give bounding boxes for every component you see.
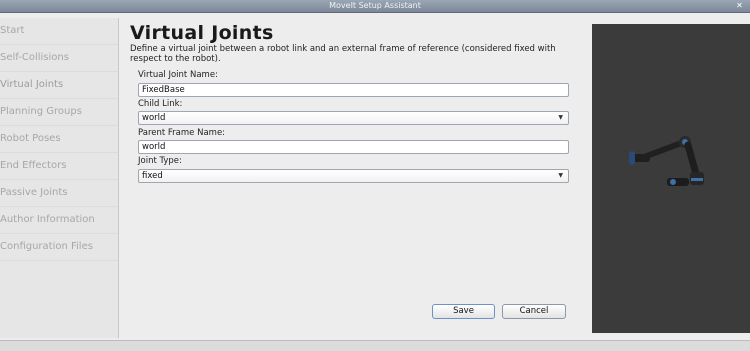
sidebar-item-label: Author Information: [0, 214, 95, 225]
window-titlebar: MoveIt Setup Assistant ✕: [0, 0, 750, 13]
page-title: Virtual Joints: [130, 22, 274, 44]
sidebar-item-configuration-files[interactable]: Configuration Files: [0, 234, 118, 261]
child-link-label: Child Link:: [138, 99, 183, 109]
sidebar-item-end-effectors[interactable]: End Effectors: [0, 153, 118, 180]
chevron-down-icon: ▼: [558, 172, 563, 179]
page-description: Define a virtual joint between a robot l…: [130, 44, 556, 64]
sidebar-item-robot-poses[interactable]: Robot Poses: [0, 126, 118, 153]
sidebar-item-label: Start: [0, 25, 25, 36]
joint-type-label: Joint Type:: [138, 156, 182, 166]
sidebar-item-label: Planning Groups: [0, 106, 82, 117]
joint-type-value: fixed: [142, 171, 163, 181]
child-link-select[interactable]: world ▼: [138, 111, 569, 125]
chevron-down-icon: ▼: [558, 114, 563, 121]
sidebar-item-label: Configuration Files: [0, 241, 93, 252]
sidebar-item-label: Passive Joints: [0, 187, 68, 198]
parent-frame-name-label: Parent Frame Name:: [138, 128, 226, 138]
sidebar-item-label: Virtual Joints: [0, 79, 64, 90]
window-title: MoveIt Setup Assistant: [329, 1, 421, 10]
cancel-button[interactable]: Cancel: [502, 304, 566, 319]
sidebar-item-label: Robot Poses: [0, 133, 61, 144]
close-icon[interactable]: ✕: [735, 1, 744, 10]
virtual-joint-name-input[interactable]: FixedBase: [138, 83, 569, 97]
sidebar-item-start[interactable]: Start: [0, 18, 118, 45]
sidebar-item-label: Self-Collisions: [0, 52, 69, 63]
save-button[interactable]: Save: [432, 304, 495, 319]
child-link-value: world: [142, 113, 166, 123]
parent-frame-name-input[interactable]: world: [138, 140, 569, 154]
sidebar-item-passive-joints[interactable]: Passive Joints: [0, 180, 118, 207]
sidebar-item-author-information[interactable]: Author Information: [0, 207, 118, 234]
sidebar-item-label: End Effectors: [0, 160, 67, 171]
main-panel: Virtual Joints Define a virtual joint be…: [130, 18, 580, 338]
virtual-joint-name-label: Virtual Joint Name:: [138, 70, 218, 80]
sidebar: Start Self-Collisions Virtual Joints Pla…: [0, 18, 119, 338]
robot-arm-icon: [629, 136, 704, 186]
robot-viewer[interactable]: [592, 24, 750, 333]
sidebar-item-virtual-joints[interactable]: Virtual Joints: [0, 72, 118, 99]
sidebar-item-self-collisions[interactable]: Self-Collisions: [0, 45, 118, 72]
joint-type-select[interactable]: fixed ▼: [138, 169, 569, 183]
sidebar-item-planning-groups[interactable]: Planning Groups: [0, 99, 118, 126]
status-bar: [0, 340, 750, 351]
